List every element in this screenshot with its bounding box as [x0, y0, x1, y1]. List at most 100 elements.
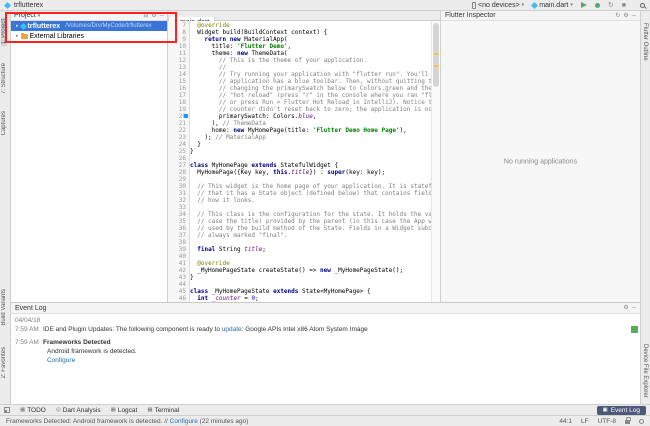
code-line[interactable]: [190, 176, 431, 183]
code-line[interactable]: @override: [190, 22, 431, 29]
stop-button[interactable]: ■: [622, 2, 626, 9]
line-number[interactable]: 27: [168, 162, 186, 169]
code-line[interactable]: // counter didn't reset back to zero; th…: [190, 106, 431, 113]
code-line[interactable]: //: [190, 64, 431, 71]
line-number[interactable]: 13: [168, 64, 186, 71]
line-number[interactable]: 33: [168, 204, 186, 211]
stripe-structure-button[interactable]: 7: Structure: [1, 63, 7, 94]
run-button[interactable]: [580, 2, 587, 8]
project-view-selector[interactable]: Project: [14, 12, 36, 19]
code-line[interactable]: final String title;: [190, 246, 431, 253]
debug-button[interactable]: [594, 2, 600, 8]
line-number[interactable]: 7: [168, 22, 186, 29]
code-line[interactable]: // changing the primarySwatch below to C…: [190, 85, 431, 92]
code-line[interactable]: }: [190, 148, 431, 155]
line-number[interactable]: 11: [168, 50, 186, 57]
line-number[interactable]: 9: [168, 36, 186, 43]
code-line[interactable]: @override: [190, 260, 431, 267]
code-line[interactable]: _MyHomePageState createState() => new _M…: [190, 267, 431, 274]
code-line[interactable]: [190, 281, 431, 288]
code-line[interactable]: // always marked "final".: [190, 232, 431, 239]
code-line[interactable]: // used by the build method of the State…: [190, 225, 431, 232]
code-line[interactable]: }: [190, 274, 431, 281]
code-line[interactable]: // This is the theme of your application…: [190, 57, 431, 64]
line-number[interactable]: 32: [168, 197, 186, 204]
line-number[interactable]: 15: [168, 78, 186, 85]
status-configure-link[interactable]: Configure: [170, 418, 198, 425]
run-config-selector[interactable]: main.dart ▾: [531, 1, 573, 9]
lock-icon[interactable]: [625, 417, 631, 424]
code-line[interactable]: // or press Run > Flutter Hot Reload in …: [190, 99, 431, 106]
dart-analysis-button[interactable]: ◎ Dart Analysis: [56, 407, 101, 414]
line-number[interactable]: 19: [168, 106, 186, 113]
logcat-button[interactable]: ▦ Logcat: [111, 407, 138, 414]
gear-icon[interactable]: ⚙: [623, 13, 628, 19]
line-number[interactable]: 39: [168, 246, 186, 253]
line-number[interactable]: 36: [168, 225, 186, 232]
code-line[interactable]: // how it looks.: [190, 197, 431, 204]
line-number[interactable]: 35: [168, 218, 186, 225]
line-number[interactable]: 25: [168, 148, 186, 155]
stripe-device-file-explorer-button[interactable]: Device File Explorer: [642, 344, 648, 398]
code-line[interactable]: // case the title) provided by the paren…: [190, 218, 431, 225]
line-separator-widget[interactable]: LF: [581, 418, 589, 425]
tool-window-toggle-icon[interactable]: [4, 407, 10, 413]
code-line[interactable]: // that it has a State object (defined b…: [190, 190, 431, 197]
line-number[interactable]: 38: [168, 239, 186, 246]
code-line[interactable]: class _MyHomePageState extends State<MyH…: [190, 288, 431, 295]
tree-row-external-libraries[interactable]: ▸ External Libraries: [11, 31, 167, 41]
gear-icon[interactable]: ⚙: [623, 305, 628, 311]
line-number[interactable]: 18: [168, 99, 186, 106]
stripe-project-button[interactable]: 1: Project: [1, 17, 7, 47]
code-line[interactable]: // application has a blue toolbar. Then,…: [190, 78, 431, 85]
line-number[interactable]: 29: [168, 176, 186, 183]
scrollbar-thumb[interactable]: [433, 23, 439, 87]
line-number[interactable]: 31: [168, 190, 186, 197]
stripe-build-variants-button[interactable]: Build Variants: [1, 289, 7, 326]
line-number[interactable]: 23: [168, 134, 186, 141]
code-line[interactable]: }: [190, 141, 431, 148]
line-number[interactable]: 17: [168, 92, 186, 99]
code-line[interactable]: // "hot reload" (press "r" in the consol…: [190, 92, 431, 99]
chevron-right-icon[interactable]: ▸: [16, 33, 19, 39]
code-line[interactable]: theme: new ThemeData(: [190, 50, 431, 57]
line-number[interactable]: 12: [168, 57, 186, 64]
caret-position-widget[interactable]: 44:1: [559, 418, 572, 425]
refresh-icon[interactable]: ↻: [615, 13, 620, 19]
code-line[interactable]: int _counter = 0;: [190, 295, 431, 302]
code-line[interactable]: home: new MyHomePage(title: 'Flutter Dem…: [190, 127, 431, 134]
line-number[interactable]: 42: [168, 267, 186, 274]
chevron-right-icon[interactable]: ▸: [16, 23, 19, 29]
line-number[interactable]: 10: [168, 43, 186, 50]
code-line[interactable]: ); // MaterialApp: [190, 134, 431, 141]
stripe-captures-button[interactable]: Captures: [1, 111, 7, 135]
line-number[interactable]: 22: [168, 127, 186, 134]
line-number[interactable]: 8: [168, 29, 186, 36]
line-number[interactable]: 34: [168, 211, 186, 218]
line-number[interactable]: 14: [168, 71, 186, 78]
encoding-widget[interactable]: UTF-8: [598, 418, 616, 425]
search-icon[interactable]: [640, 2, 645, 8]
hide-panel-icon[interactable]: ─: [632, 305, 636, 311]
line-number[interactable]: 24: [168, 141, 186, 148]
line-number[interactable]: 21: [168, 120, 186, 127]
line-number[interactable]: 45: [168, 288, 186, 295]
color-preview-swatch[interactable]: [184, 114, 188, 118]
line-number[interactable]: 28: [168, 169, 186, 176]
configure-link[interactable]: Configure: [47, 357, 75, 364]
code-line[interactable]: [190, 239, 431, 246]
code-lines[interactable]: @override Widget build(BuildContext cont…: [190, 21, 431, 302]
code-line[interactable]: [190, 155, 431, 162]
inspections-level-icon[interactable]: [639, 418, 644, 424]
line-number[interactable]: 43: [168, 274, 186, 281]
code-line[interactable]: title: 'Flutter Demo',: [190, 43, 431, 50]
device-selector[interactable]: <no devices> ▾: [472, 1, 524, 9]
stripe-flutter-outline-button[interactable]: Flutter Outline: [642, 23, 648, 61]
code-line[interactable]: // Try running your application with "fl…: [190, 71, 431, 78]
line-number[interactable]: 41: [168, 260, 186, 267]
line-number[interactable]: 46: [168, 295, 186, 302]
line-number[interactable]: 44: [168, 281, 186, 288]
stripe-favorites-button[interactable]: 2: Favorites: [1, 347, 7, 378]
code-line[interactable]: // This class is the configuration for t…: [190, 211, 431, 218]
hot-reload-button[interactable]: ↻: [608, 2, 614, 9]
